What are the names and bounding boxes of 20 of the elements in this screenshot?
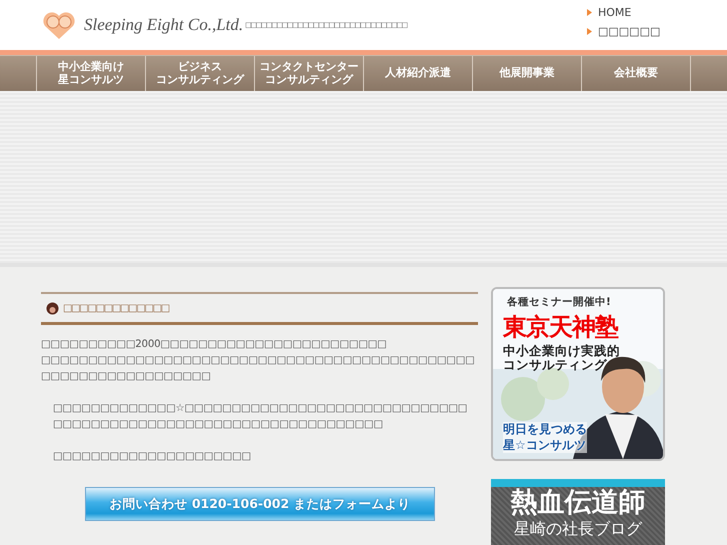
banner-eyebrow: 各種セミナー開催中!	[507, 295, 611, 309]
banner-subtitle: 中小企業向け実践的 コンサルティング	[503, 344, 620, 373]
paragraph: □□□□□□□□□□□□□□□□□□□□□	[53, 450, 252, 464]
blog-subtitle: 星崎の社長ブログ	[514, 519, 642, 538]
paragraph: □□□□□□□□□□2000□□□□□□□□□□□□□□□□□□□□□□□□ □□□□□□□□□□□□□□□□□□□□□□□□□□□□□□□□□□□□□□□□□□□□□□ □□□□□□□□□□□□□□□□□□	[41, 338, 476, 384]
banner-title: 東京天神塾	[503, 312, 618, 343]
contact-button[interactable]: お問い合わせ 0120-106-002 またはフォームより	[85, 487, 435, 521]
logo-icon	[42, 10, 76, 40]
header-link[interactable]: □□□□□□	[587, 25, 660, 38]
company-name: Sleeping Eight Co.,Ltd.	[84, 15, 244, 35]
blog-title: 熱血伝道師	[510, 487, 646, 519]
section-heading: □□□□□□□□□□□□□	[63, 303, 169, 314]
banner-tagline: 明日を見つめる 星☆コンサルツ	[503, 422, 587, 454]
chevron-icon	[587, 9, 592, 16]
chevron-icon	[587, 28, 592, 35]
blog-banner[interactable]: 熱血伝道師 星崎の社長ブログ	[491, 479, 665, 545]
bullet-icon	[46, 302, 59, 315]
header-link[interactable]: HOME	[587, 6, 660, 19]
seminar-banner[interactable]: 各種セミナー開催中! 東京天神塾 中小企業向け実践的 コンサルティング 明日を見つめる 星☆コンサルツ	[491, 287, 665, 461]
paragraph: □□□□□□□□□□□□□☆□□□□□□□□□□□□□□□□□□□□□□□□□□□□□□ □□□□□□□□□□□□□□□□□□□□□□□□□□□□□□□□□□□	[53, 402, 468, 432]
